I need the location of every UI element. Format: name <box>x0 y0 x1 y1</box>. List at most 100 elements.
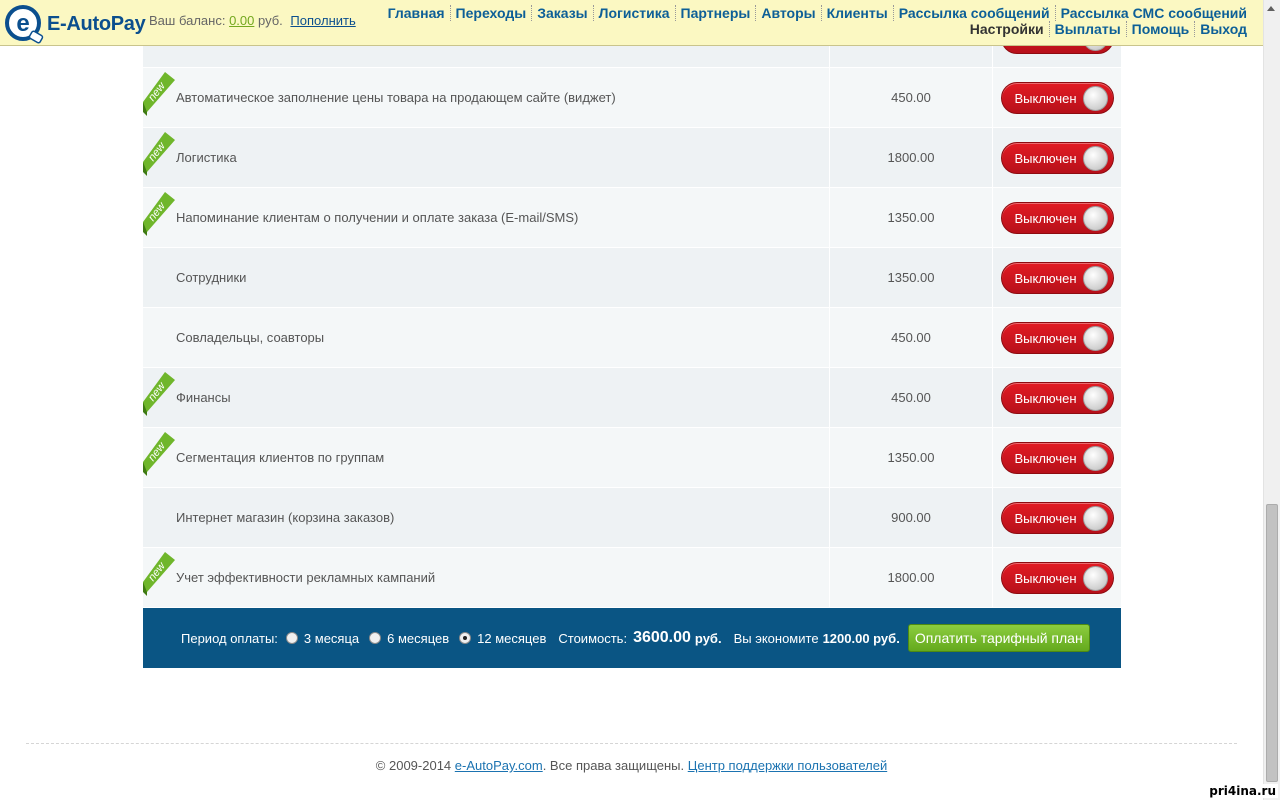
payment-bar: Период оплаты: 3 месяца 6 месяцев 12 мес… <box>143 608 1121 668</box>
nav-link[interactable]: Выход <box>1194 21 1252 37</box>
toggle-cell: Выключен <box>993 381 1121 414</box>
nav-link[interactable]: Авторы <box>755 5 820 21</box>
balance-label: Ваш баланс: <box>149 13 226 28</box>
main-nav: Главная Переходы Заказы Логистика Партнеры Ав… <box>383 5 1252 21</box>
service-price: 450.00 <box>830 308 993 367</box>
new-ribbon-icon: new <box>143 128 175 176</box>
topup-link[interactable]: Пополнить <box>290 13 355 28</box>
nav-link[interactable]: Рассылка сообщений <box>892 5 1055 21</box>
service-toggle[interactable]: Выключен <box>1000 141 1114 174</box>
logo[interactable]: e E-AutoPay <box>4 4 146 44</box>
service-toggle[interactable]: Выключен <box>1000 441 1114 474</box>
nav-link[interactable]: Клиенты <box>820 5 893 21</box>
service-row: new Автоматическое заполнение цены товара… <box>143 68 1121 128</box>
period-option-label: 3 месяца <box>303 630 360 646</box>
savings-value: 1200.00 руб. <box>822 630 900 646</box>
toggle-cell: Выключен <box>993 501 1121 534</box>
scroll-up-arrow-icon[interactable] <box>1267 6 1275 11</box>
service-row: new Сегментация клиентов по группам 1350.0… <box>143 428 1121 488</box>
copyright-years: © 2009-2014 <box>375 758 452 773</box>
nav-link[interactable]: Главная <box>383 5 450 21</box>
service-price: 900.00 <box>830 488 993 547</box>
service-name: Логистика <box>143 128 830 187</box>
support-link[interactable]: Центр поддержки пользователей <box>688 758 887 773</box>
scroll-thumb[interactable] <box>1266 504 1278 782</box>
toggle-label: Выключен <box>1014 90 1077 106</box>
balance-amount[interactable]: 0.00 <box>229 13 254 28</box>
period-option-3[interactable]: 3 месяца <box>285 630 360 646</box>
watermark: pri4ina.ru <box>1207 784 1278 798</box>
period-option-label: 12 месяцев <box>477 630 547 646</box>
service-row: Интернет магазин (корзина заказов) 900.00… <box>143 488 1121 548</box>
nav-link[interactable]: Логистика <box>592 5 675 21</box>
toggle-knob-icon <box>1082 565 1108 591</box>
toggle-cell: Выключен <box>993 201 1121 234</box>
nav-link[interactable]: Настройки <box>965 21 1049 37</box>
services-table: Апселлы1350.00ВыключенnewАвтоматическое … <box>143 8 1121 608</box>
service-price: 450.00 <box>830 68 993 127</box>
pay-plan-button[interactable]: Оплатить тарифный план <box>907 624 1090 652</box>
service-price: 450.00 <box>830 368 993 427</box>
cost-label: Стоимость: <box>558 630 628 646</box>
service-toggle[interactable]: Выключен <box>1000 321 1114 354</box>
service-name: Совладельцы, соавторы <box>143 308 830 367</box>
service-toggle[interactable]: Выключен <box>1000 501 1114 534</box>
toggle-knob-icon <box>1082 385 1108 411</box>
cost-value: 3600.00 <box>633 629 691 646</box>
toggle-cell: Выключен <box>993 81 1121 114</box>
toggle-knob-icon <box>1082 325 1108 351</box>
new-ribbon-icon: new <box>143 368 175 416</box>
savings-label: Вы экономите <box>733 630 819 646</box>
toggle-label: Выключен <box>1014 330 1077 346</box>
cost-currency: руб. <box>694 630 722 646</box>
nav-link[interactable]: Выплаты <box>1048 21 1126 37</box>
service-name: Сегментация клиентов по группам <box>143 428 830 487</box>
logo-icon: e <box>4 4 44 44</box>
nav-link[interactable]: Помощь <box>1125 21 1195 37</box>
service-price: 1350.00 <box>830 188 993 247</box>
secondary-nav: Настройки Выплаты Помощь Выход <box>965 21 1252 37</box>
toggle-cell: Выключен <box>993 561 1121 594</box>
toggle-label: Выключен <box>1014 570 1077 586</box>
nav-link[interactable]: Переходы <box>449 5 532 21</box>
service-name: Интернет магазин (корзина заказов) <box>143 488 830 547</box>
toggle-knob-icon <box>1082 205 1108 231</box>
toggle-knob-icon <box>1082 505 1108 531</box>
nav-link[interactable]: Заказы <box>531 5 592 21</box>
toggle-label: Выключен <box>1014 270 1077 286</box>
toggle-knob-icon <box>1082 265 1108 291</box>
service-price: 1350.00 <box>830 428 993 487</box>
footer-divider <box>26 743 1237 744</box>
service-row: new Напоминание клиентам о получении и оп… <box>143 188 1121 248</box>
radio-6-months[interactable] <box>369 632 382 644</box>
period-label: Период оплаты: <box>181 630 278 646</box>
site-link[interactable]: e-AutoPay.com <box>455 758 543 773</box>
toggle-cell: Выключен <box>993 441 1121 474</box>
nav-link[interactable]: Партнеры <box>674 5 756 21</box>
service-toggle[interactable]: Выключен <box>1000 381 1114 414</box>
toggle-label: Выключен <box>1014 390 1077 406</box>
radio-12-months[interactable] <box>459 632 472 644</box>
period-option-12[interactable]: 12 месяцев <box>459 631 546 646</box>
radio-3-months[interactable] <box>285 632 298 644</box>
balance: Ваш баланс: 0.00 руб. Пополнить <box>149 13 356 28</box>
service-toggle[interactable]: Выключен <box>1000 261 1114 294</box>
new-ribbon-icon: new <box>143 188 175 236</box>
new-ribbon-icon: new <box>143 548 175 596</box>
svg-text:e: e <box>16 10 29 37</box>
scrollbar[interactable] <box>1263 0 1280 800</box>
service-row: Совладельцы, соавторы 450.00 Выключен <box>143 308 1121 368</box>
copyright: © 2009-2014 e-AutoPay.com. Все права защ… <box>0 758 1263 773</box>
new-ribbon-icon: new <box>143 68 175 116</box>
rights-text: . Все права защищены. <box>542 758 685 773</box>
service-toggle[interactable]: Выключен <box>1000 561 1114 594</box>
period-option-6[interactable]: 6 месяцев <box>369 631 449 646</box>
toggle-cell: Выключен <box>993 141 1121 174</box>
toggle-label: Выключен <box>1014 510 1077 526</box>
service-name: Сотрудники <box>143 248 830 307</box>
service-toggle[interactable]: Выключен <box>1000 81 1114 114</box>
service-toggle[interactable]: Выключен <box>1000 201 1114 234</box>
service-row: new Финансы 450.00 Выключен <box>143 368 1121 428</box>
service-row: new Учет эффективности рекламных кампаний… <box>143 548 1121 608</box>
nav-link[interactable]: Рассылка СМС сообщений <box>1054 5 1252 21</box>
